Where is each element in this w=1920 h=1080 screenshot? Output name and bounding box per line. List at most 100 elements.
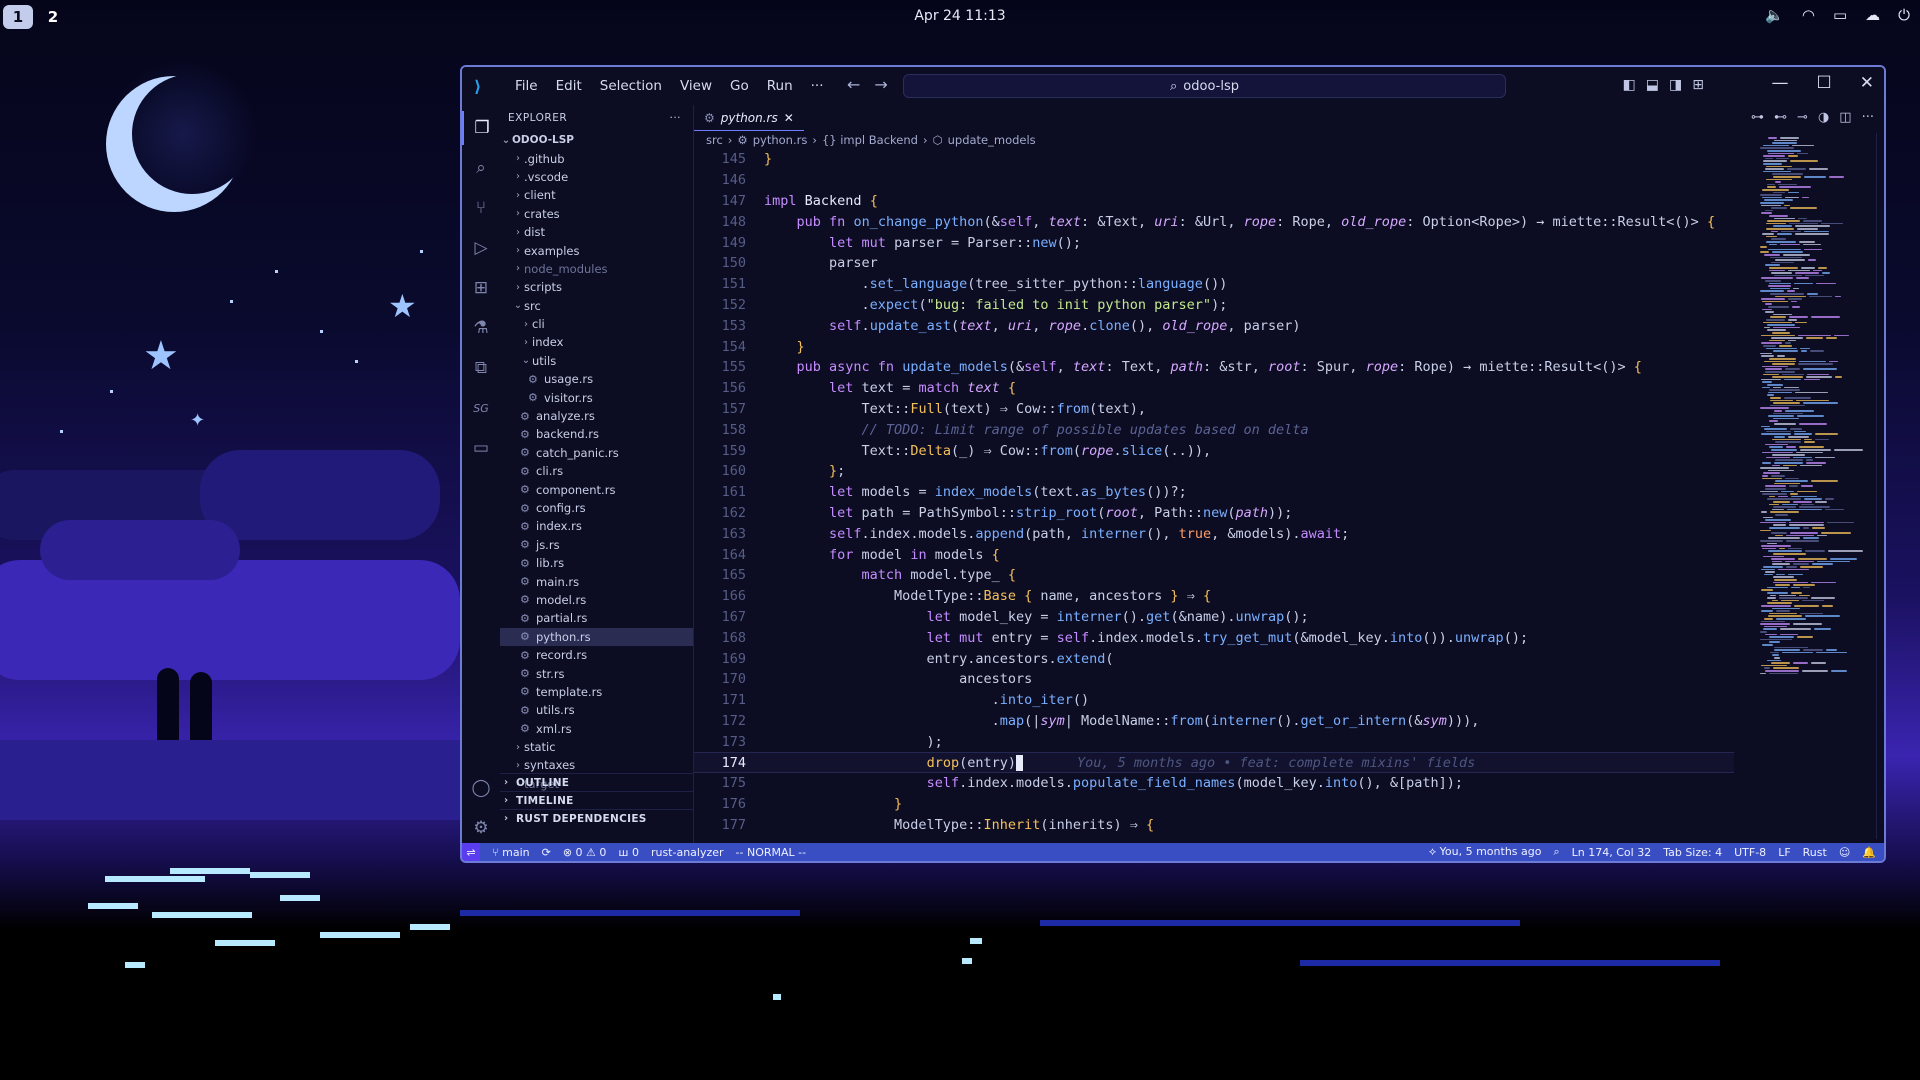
menu-file[interactable]: File bbox=[506, 76, 547, 96]
split-editor-icon[interactable]: ◫ bbox=[1839, 110, 1851, 125]
code-line[interactable]: 169 entry.ancestors.extend( bbox=[694, 648, 1734, 669]
file-item[interactable]: ⚙ visitor.rs bbox=[500, 388, 693, 406]
file-item[interactable]: ⚙ cli.rs bbox=[500, 462, 693, 480]
testing-icon[interactable]: ⚗ bbox=[462, 311, 500, 345]
code-line[interactable]: 178 let Some(model) = inherits.first() e… bbox=[694, 835, 1734, 839]
open-changes-icon[interactable]: ◑ bbox=[1818, 110, 1829, 125]
git-compare-icon[interactable]: ⊶ bbox=[1751, 110, 1764, 125]
zoom-icon[interactable]: ⌕ bbox=[1553, 845, 1559, 859]
maximize-icon[interactable]: ☐ bbox=[1817, 73, 1832, 93]
file-item[interactable]: ⚙ config.rs bbox=[500, 499, 693, 517]
end-of-line[interactable]: LF bbox=[1778, 846, 1790, 859]
menu-more[interactable]: ··· bbox=[802, 76, 833, 96]
code-line[interactable]: 150 parser bbox=[694, 253, 1734, 274]
ports-indicator[interactable]: ꟺ 0 bbox=[618, 846, 639, 859]
folder-item[interactable]: › node_modules bbox=[500, 260, 693, 278]
folder-item[interactable]: › examples bbox=[500, 241, 693, 259]
minimap[interactable] bbox=[1756, 133, 1876, 839]
code-line[interactable]: 170 ancestors bbox=[694, 669, 1734, 690]
code-line[interactable]: 164 for model in models { bbox=[694, 544, 1734, 565]
toggle-sidebar-icon[interactable]: ◧ bbox=[1623, 77, 1636, 93]
power-icon[interactable]: ⏻ bbox=[1898, 6, 1910, 24]
code-line[interactable]: 147 impl Backend { bbox=[694, 191, 1734, 212]
breadcrumb-item[interactable]: src bbox=[706, 133, 723, 147]
folder-item[interactable]: › index bbox=[500, 333, 693, 351]
code-line[interactable]: 173 ); bbox=[694, 731, 1734, 752]
remote-indicator-icon[interactable]: ⇌ bbox=[462, 843, 480, 861]
toggle-panel-icon[interactable]: ⬓ bbox=[1646, 77, 1659, 93]
code-line[interactable]: 168 let mut entry = self.index.models.tr… bbox=[694, 627, 1734, 648]
clock[interactable]: Apr 24 11:13 bbox=[0, 8, 1920, 24]
file-item[interactable]: ⚙ record.rs bbox=[500, 646, 693, 664]
file-item[interactable]: ⚙ str.rs bbox=[500, 664, 693, 682]
close-tab-icon[interactable]: ✕ bbox=[784, 111, 794, 125]
folder-item[interactable]: › syntaxes bbox=[500, 756, 693, 774]
menu-selection[interactable]: Selection bbox=[591, 76, 671, 96]
folder-item[interactable]: › cli bbox=[500, 315, 693, 333]
rust-analyzer-status[interactable]: rust-analyzer bbox=[651, 846, 724, 859]
code-line[interactable]: 152 .expect("bug: failed to init python … bbox=[694, 295, 1734, 316]
code-line[interactable]: 176 } bbox=[694, 794, 1734, 815]
folder-item[interactable]: › .github bbox=[500, 149, 693, 167]
git-branch[interactable]: ⑂ main bbox=[492, 846, 530, 859]
code-line[interactable]: 160 }; bbox=[694, 461, 1734, 482]
sourcegraph-icon[interactable]: SG bbox=[462, 391, 500, 425]
folder-item[interactable]: ⌄ src bbox=[500, 297, 693, 315]
file-item[interactable]: ⚙ python.rs bbox=[500, 627, 693, 646]
file-item[interactable]: ⚙ model.rs bbox=[500, 591, 693, 609]
code-line[interactable]: 157 Text::Full(text) ⇒ Cow::from(text), bbox=[694, 399, 1734, 420]
git-blame[interactable]: ⟡ You, 5 months ago bbox=[1429, 845, 1542, 859]
code-line[interactable]: 161 let models = index_models(text.as_by… bbox=[694, 482, 1734, 503]
sync-icon[interactable]: ⟳ bbox=[542, 846, 551, 859]
more-actions-icon[interactable]: ··· bbox=[1862, 110, 1874, 125]
breadcrumb-item[interactable]: python.rs bbox=[753, 133, 808, 147]
code-line[interactable]: 149 let mut parser = Parser::new(); bbox=[694, 232, 1734, 253]
menu-go[interactable]: Go bbox=[721, 76, 758, 96]
cloud-icon[interactable]: ☁ bbox=[1865, 6, 1880, 24]
file-item[interactable]: ⚙ component.rs bbox=[500, 480, 693, 498]
code-editor[interactable]: 145} 146 147 impl Backend {148 pub fn on_ch… bbox=[694, 149, 1734, 839]
file-item[interactable]: ⚙ catch_panic.rs bbox=[500, 444, 693, 462]
copilot-icon[interactable]: ☺ bbox=[1839, 846, 1850, 859]
problems-indicator[interactable]: ⊗ 0 ⚠ 0 bbox=[563, 846, 607, 859]
breadcrumb-item[interactable]: update_models bbox=[948, 133, 1036, 147]
toggle-secondary-sidebar-icon[interactable]: ◨ bbox=[1669, 77, 1682, 93]
file-item[interactable]: ⚙ main.rs bbox=[500, 572, 693, 590]
file-item[interactable]: ⚙ js.rs bbox=[500, 536, 693, 554]
language-mode[interactable]: Rust bbox=[1803, 846, 1827, 859]
menu-edit[interactable]: Edit bbox=[547, 76, 591, 96]
folder-item[interactable]: › scripts bbox=[500, 278, 693, 296]
run-debug-icon[interactable]: ▷ bbox=[462, 231, 500, 265]
menu-run[interactable]: Run bbox=[758, 76, 802, 96]
minimize-icon[interactable]: — bbox=[1772, 73, 1789, 93]
battery-icon[interactable]: ▭ bbox=[1833, 6, 1847, 24]
cursor-position[interactable]: Ln 174, Col 32 bbox=[1572, 846, 1652, 859]
tab-size[interactable]: Tab Size: 4 bbox=[1663, 846, 1722, 859]
code-line[interactable]: 167 let model_key = interner().get(&name… bbox=[694, 607, 1734, 628]
settings-gear-icon[interactable]: ⚙ bbox=[462, 811, 500, 845]
folder-item[interactable]: › crates bbox=[500, 205, 693, 223]
file-item[interactable]: ⚙ backend.rs bbox=[500, 425, 693, 443]
code-line[interactable]: 151 .set_language(tree_sitter_python::la… bbox=[694, 274, 1734, 295]
code-line[interactable]: 174 drop(entry) You, 5 months ago • feat:… bbox=[694, 752, 1734, 773]
account-icon[interactable]: ◯ bbox=[462, 771, 500, 805]
code-line[interactable]: 154 } bbox=[694, 336, 1734, 357]
code-line[interactable]: 163 self.index.models.append(path, inter… bbox=[694, 523, 1734, 544]
code-line[interactable]: 148 pub fn on_change_python(&self, text:… bbox=[694, 211, 1734, 232]
volume-icon[interactable]: 🔈 bbox=[1765, 6, 1784, 24]
folder-item[interactable]: ⌄ utils bbox=[500, 352, 693, 370]
code-line[interactable]: 156 let text = match text { bbox=[694, 378, 1734, 399]
workspace-root[interactable]: ⌄ ODOO-LSP bbox=[500, 131, 693, 149]
code-line[interactable]: 166 ModelType::Base { name, ancestors } … bbox=[694, 586, 1734, 607]
back-arrow-icon[interactable]: ← bbox=[847, 75, 860, 94]
source-control-icon[interactable]: ⑂ bbox=[462, 191, 500, 225]
code-line[interactable]: 159 Text::Delta(_) ⇒ Cow::from(rope.slic… bbox=[694, 440, 1734, 461]
previous-change-icon[interactable]: ⊷ bbox=[1774, 110, 1787, 125]
code-line[interactable]: 146 bbox=[694, 170, 1734, 191]
rust-dependencies-section[interactable]: › RUST DEPENDENCIES bbox=[500, 809, 693, 827]
encoding[interactable]: UTF-8 bbox=[1734, 846, 1766, 859]
code-line[interactable]: 171 .into_iter() bbox=[694, 690, 1734, 711]
code-line[interactable]: 145} bbox=[694, 149, 1734, 170]
search-icon[interactable]: ⌕ bbox=[462, 151, 500, 185]
code-line[interactable]: 177 ModelType::Inherit(inherits) ⇒ { bbox=[694, 815, 1734, 836]
